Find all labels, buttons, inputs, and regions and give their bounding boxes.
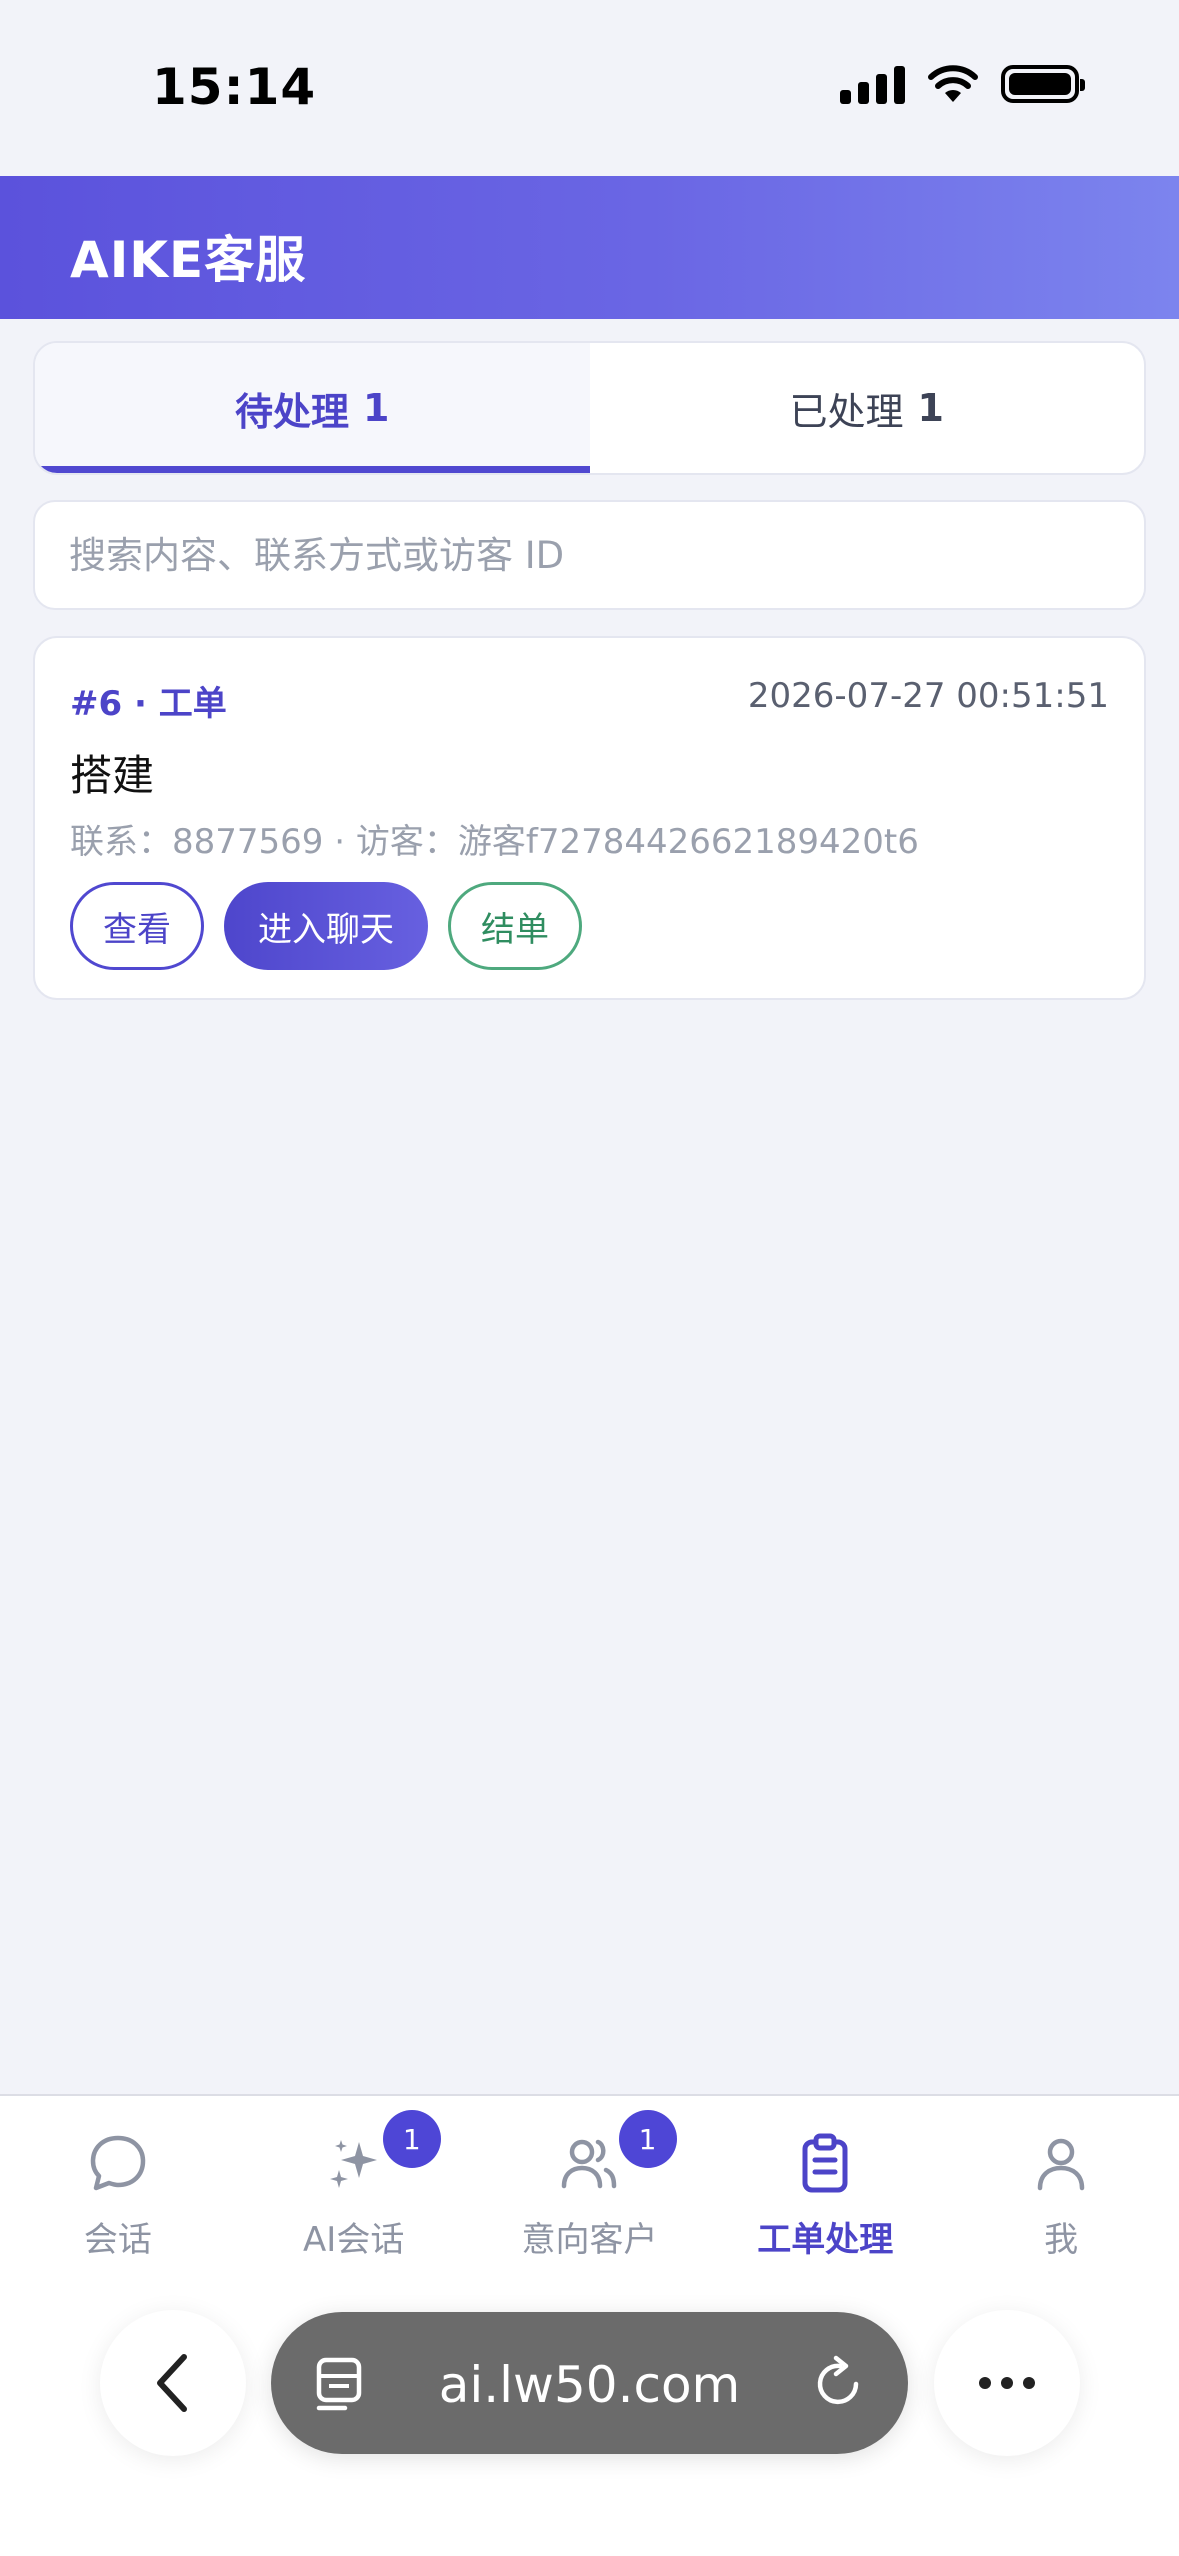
search-box — [33, 500, 1146, 610]
ticket-card: #6 · 工单 2026-07-27 00:51:51 搭建 联系：887756… — [33, 636, 1146, 1000]
tab-pending-count: 1 — [363, 386, 390, 430]
cellular-signal-icon — [840, 64, 905, 104]
wifi-icon — [928, 65, 978, 102]
browser-more-button[interactable] — [934, 2310, 1080, 2456]
nav-label-tickets: 工单处理 — [757, 2220, 894, 2260]
tab-processed-count: 1 — [917, 386, 944, 430]
app-title: AIKE客服 — [70, 231, 307, 289]
status-icons — [840, 64, 1085, 104]
nav-item-leads[interactable]: 意向客户 1 — [472, 2096, 708, 2286]
view-button[interactable]: 查看 — [70, 882, 204, 970]
browser-url-bar[interactable]: ai.lw50.com — [271, 2312, 908, 2454]
battery-icon — [1001, 65, 1085, 103]
tab-processed[interactable]: 已处理 1 — [590, 343, 1145, 473]
user-icon — [1037, 2138, 1085, 2191]
ticket-meta: 联系：8877569 · 访客：游客f7278442662189420t6 — [70, 822, 919, 862]
nav-item-me[interactable]: 我 — [943, 2096, 1179, 2286]
reload-icon[interactable] — [812, 2354, 868, 2412]
tab-pending-label: 待处理 — [235, 389, 350, 434]
nav-item-chat[interactable]: 会话 — [0, 2096, 236, 2286]
enter-chat-button[interactable]: 进入聊天 — [224, 882, 428, 970]
leads-badge: 1 — [618, 2110, 677, 2168]
search-input[interactable] — [69, 533, 1144, 577]
ticket-time: 2026-07-27 00:51:51 — [747, 676, 1109, 716]
nav-label-chat: 会话 — [83, 2220, 152, 2260]
more-dot-icon — [979, 2377, 991, 2389]
clipboard-icon — [802, 2133, 848, 2193]
ticket-id: #6 · 工单 — [70, 684, 227, 724]
app-page: 15:14 AIKE客服 待处理 1 已处理 1 搜索内容、联系方式或访客 ID… — [0, 0, 1179, 2556]
nav-label-leads: 意向客户 — [521, 2220, 658, 2260]
nav-item-ai-chat[interactable]: AI会话 1 — [236, 2096, 472, 2286]
chevron-left-icon — [157, 2354, 187, 2412]
status-tabs: 待处理 1 已处理 1 — [33, 341, 1146, 475]
more-dot-icon — [1001, 2377, 1013, 2389]
more-dot-icon — [1023, 2377, 1035, 2389]
close-ticket-button[interactable]: 结单 — [448, 882, 582, 970]
nav-label-ai-chat: AI会话 — [303, 2220, 405, 2260]
tab-pending[interactable]: 待处理 1 — [35, 343, 590, 473]
status-time: 15:14 — [152, 58, 317, 116]
ai-chat-badge: 1 — [382, 2110, 441, 2168]
sparkle-icon — [329, 2140, 377, 2188]
app-header: AIKE客服 — [0, 176, 1179, 319]
nav-item-tickets[interactable]: 工单处理 — [707, 2096, 943, 2286]
ticket-actions: 查看 进入聊天 结单 — [70, 882, 582, 970]
status-bar: 15:14 — [0, 0, 1179, 176]
browser-back-button[interactable] — [100, 2310, 246, 2456]
users-icon — [562, 2139, 617, 2189]
chat-bubble-icon — [90, 2135, 146, 2191]
tab-processed-label: 已处理 — [789, 389, 904, 434]
ticket-title: 搭建 — [70, 751, 155, 800]
nav-label-me: 我 — [1044, 2220, 1079, 2260]
